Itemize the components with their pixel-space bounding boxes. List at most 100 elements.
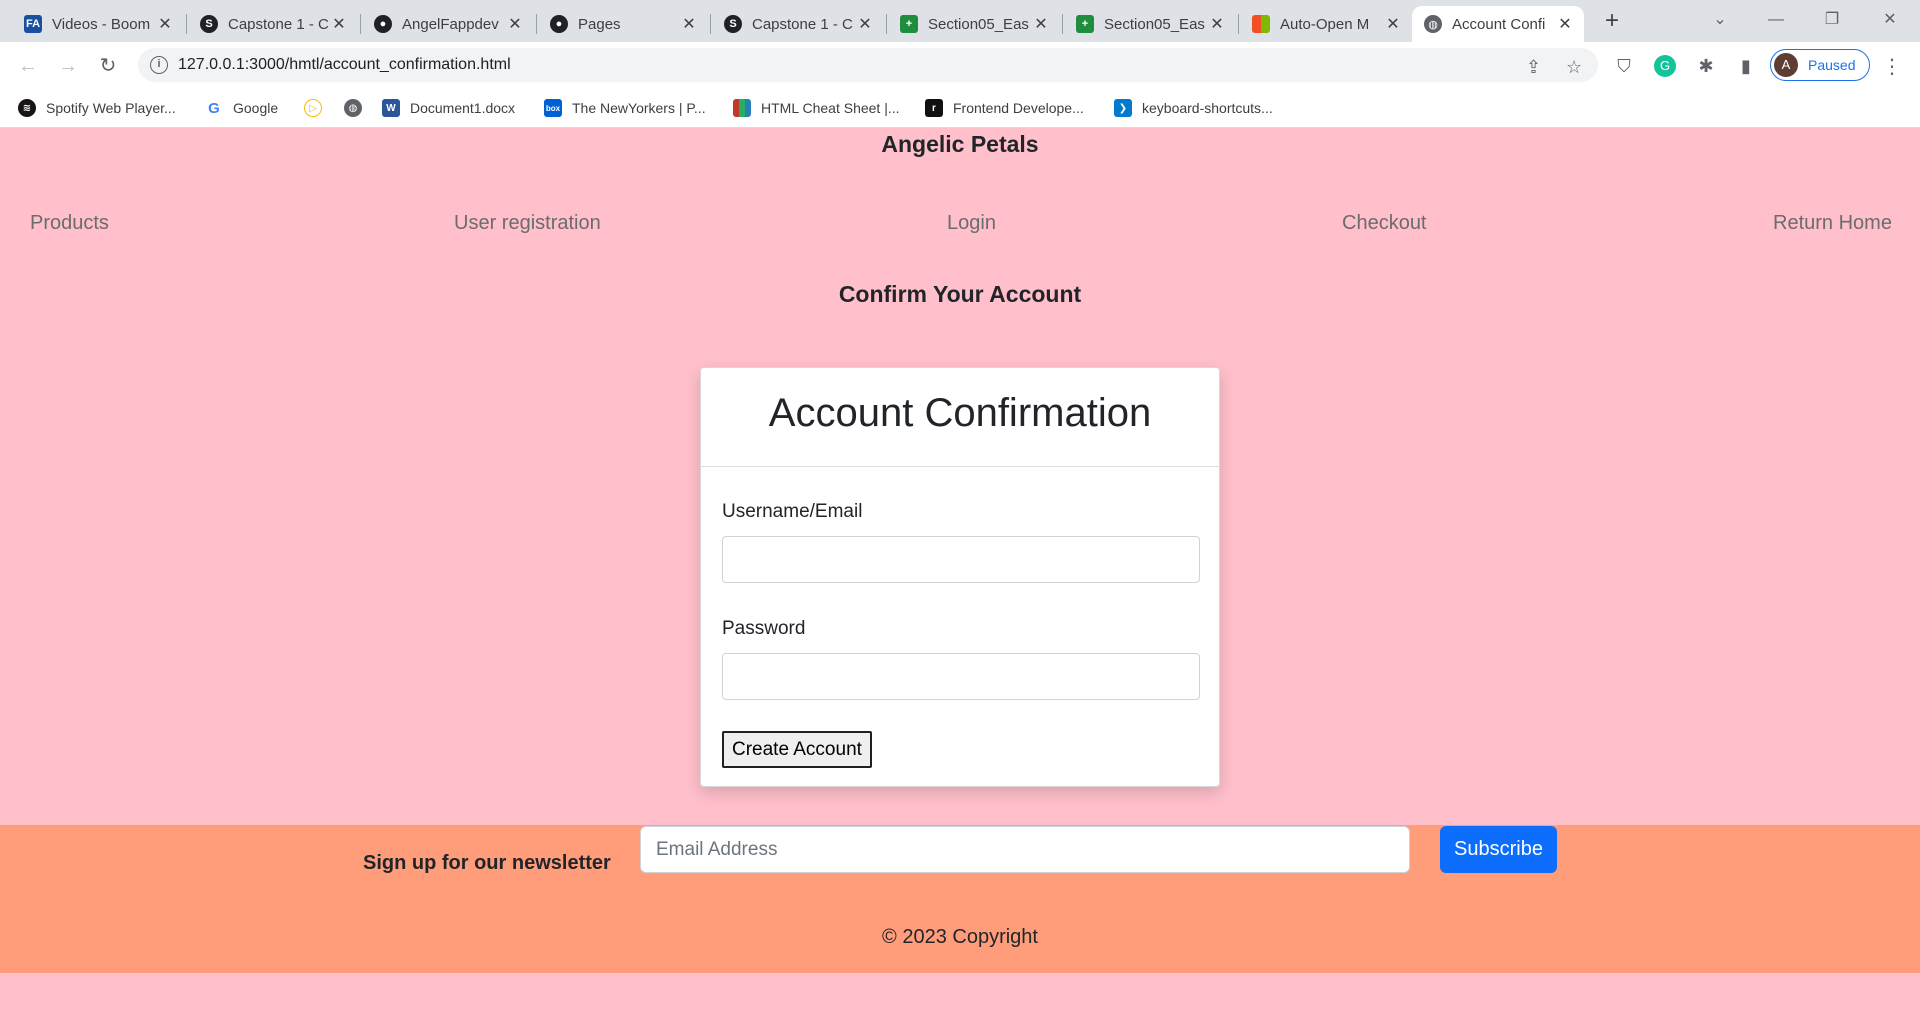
username-email-input[interactable] bbox=[722, 536, 1200, 583]
browser-tab[interactable]: + Section05_Eas ✕ bbox=[888, 6, 1060, 42]
nav-link-products[interactable]: Products bbox=[30, 212, 109, 235]
tab-strip: FA Videos - Boom ✕ S Capstone 1 - C ✕ ● … bbox=[0, 0, 1920, 42]
browser-tab[interactable]: ● AngelFappdev ✕ bbox=[362, 6, 534, 42]
reload-icon[interactable]: ↻ bbox=[94, 52, 122, 80]
bookmark-item[interactable]: HTML Cheat Sheet |... bbox=[733, 96, 900, 120]
close-icon[interactable]: ✕ bbox=[156, 14, 174, 34]
close-icon[interactable]: ✕ bbox=[330, 14, 348, 34]
browser-tab[interactable]: S Capstone 1 - C ✕ bbox=[712, 6, 884, 42]
extensions-puzzle-icon[interactable]: ✱ bbox=[1694, 54, 1718, 78]
browser-tab-active[interactable]: ◍ Account Confi ✕ bbox=[1412, 6, 1584, 42]
bookmark-item[interactable]: W Document1.docx bbox=[382, 96, 515, 120]
browser-toolbar: ← → ↻ i 127.0.0.1:3000/hmtl/account_conf… bbox=[0, 42, 1920, 88]
word-icon: W bbox=[382, 99, 400, 117]
frontend-icon: r bbox=[925, 99, 943, 117]
nav-link-login[interactable]: Login bbox=[947, 212, 996, 235]
bookmarks-bar: ≋ Spotify Web Player... G Google ▷ ◍ W D… bbox=[0, 88, 1920, 128]
google-icon: G bbox=[205, 99, 223, 117]
tab-title: Videos - Boom bbox=[52, 15, 151, 33]
close-icon[interactable]: ✕ bbox=[506, 14, 524, 34]
browser-tab[interactable]: Auto-Open M ✕ bbox=[1240, 6, 1412, 42]
profile-status: Paused bbox=[1808, 57, 1856, 73]
play-icon: ▷ bbox=[304, 99, 322, 117]
newsletter-email-input[interactable]: Email Address bbox=[640, 826, 1410, 873]
tab-search-icon[interactable]: ⌄ bbox=[1700, 6, 1740, 34]
spotify-icon: ≋ bbox=[18, 99, 36, 117]
avatar: A bbox=[1774, 53, 1798, 77]
capstone-icon: S bbox=[200, 15, 218, 33]
bookmark-label: The NewYorkers | P... bbox=[572, 100, 706, 116]
nav-link-return-home[interactable]: Return Home bbox=[1773, 212, 1892, 235]
url-text[interactable]: 127.0.0.1:3000/hmtl/account_confirmation… bbox=[178, 56, 511, 74]
bookmark-item[interactable]: ▷ bbox=[304, 96, 332, 120]
nav-link-checkout[interactable]: Checkout bbox=[1342, 212, 1427, 235]
globe-icon: ◍ bbox=[1424, 15, 1442, 33]
tab-divider bbox=[536, 14, 537, 34]
close-icon[interactable]: ✕ bbox=[1384, 14, 1402, 34]
share-icon[interactable]: ⇪ bbox=[1526, 57, 1541, 78]
bookmark-item[interactable]: ❯ keyboard-shortcuts... bbox=[1114, 96, 1273, 120]
github-icon: ● bbox=[374, 15, 392, 33]
sheets-icon: + bbox=[1076, 15, 1094, 33]
footer: Sign up for our newsletter Email Address… bbox=[0, 825, 1920, 973]
browser-tab[interactable]: ● Pages ✕ bbox=[538, 6, 708, 42]
shield-extension-icon[interactable]: ⛉ bbox=[1612, 54, 1636, 78]
grammarly-icon[interactable]: G bbox=[1654, 55, 1676, 77]
account-confirmation-card: Account Confirmation Username/Email Pass… bbox=[700, 367, 1220, 787]
microsoft-icon bbox=[1252, 15, 1270, 33]
browser-tab[interactable]: + Section05_Eas ✕ bbox=[1064, 6, 1236, 42]
new-tab-button[interactable]: + bbox=[1598, 8, 1626, 36]
close-icon[interactable]: ✕ bbox=[1208, 14, 1226, 34]
site-info-icon[interactable]: i bbox=[150, 56, 168, 74]
tab-divider bbox=[886, 14, 887, 34]
vscode-icon: ❯ bbox=[1114, 99, 1132, 117]
tab-title: Capstone 1 - C bbox=[228, 15, 329, 33]
close-icon[interactable]: ✕ bbox=[1032, 14, 1050, 34]
capstone-icon: S bbox=[724, 15, 742, 33]
tab-divider bbox=[1238, 14, 1239, 34]
create-account-button[interactable]: Create Account bbox=[722, 731, 872, 768]
tab-title: AngelFappdev bbox=[402, 15, 499, 33]
tab-title: Section05_Eas bbox=[1104, 15, 1205, 33]
password-input[interactable] bbox=[722, 653, 1200, 700]
close-icon[interactable]: ✕ bbox=[856, 14, 874, 34]
password-label: Password bbox=[722, 618, 806, 639]
nav-link-user-registration[interactable]: User registration bbox=[454, 212, 601, 235]
boom-icon: FA bbox=[24, 15, 42, 33]
close-icon[interactable]: ✕ bbox=[1556, 14, 1574, 34]
restore-icon[interactable]: ❐ bbox=[1812, 6, 1852, 34]
minimize-icon[interactable]: — bbox=[1756, 6, 1796, 34]
address-bar[interactable]: i 127.0.0.1:3000/hmtl/account_confirmati… bbox=[138, 48, 1598, 82]
browser-tab[interactable]: S Capstone 1 - C ✕ bbox=[188, 6, 358, 42]
window-close-icon[interactable]: ✕ bbox=[1870, 6, 1910, 34]
bookmark-label: HTML Cheat Sheet |... bbox=[761, 100, 900, 116]
tab-divider bbox=[1062, 14, 1063, 34]
tab-title: Capstone 1 - C bbox=[752, 15, 853, 33]
forward-arrow-icon[interactable]: → bbox=[54, 52, 82, 80]
username-label: Username/Email bbox=[722, 501, 863, 522]
side-panel-icon[interactable]: ▮ bbox=[1734, 54, 1758, 78]
tab-divider bbox=[710, 14, 711, 34]
close-icon[interactable]: ✕ bbox=[680, 14, 698, 34]
profile-button[interactable]: A Paused bbox=[1770, 49, 1870, 81]
bookmark-item[interactable]: ◍ bbox=[344, 96, 372, 120]
subscribe-button[interactable]: Subscribe bbox=[1440, 826, 1557, 873]
bookmark-item[interactable]: r Frontend Develope... bbox=[925, 96, 1084, 120]
browser-tab[interactable]: FA Videos - Boom ✕ bbox=[12, 6, 184, 42]
bookmark-item[interactable]: ≋ Spotify Web Player... bbox=[18, 96, 176, 120]
copyright-text: © 2023 Copyright bbox=[882, 926, 1038, 948]
bookmark-item[interactable]: box The NewYorkers | P... bbox=[544, 96, 706, 120]
bookmark-label: Frontend Develope... bbox=[953, 100, 1084, 116]
bookmark-item[interactable]: G Google bbox=[205, 96, 278, 120]
bookmark-label: keyboard-shortcuts... bbox=[1142, 100, 1273, 116]
browser-menu-icon[interactable]: ⋮ bbox=[1882, 54, 1902, 79]
bookmark-label: Google bbox=[233, 100, 279, 116]
tab-divider bbox=[360, 14, 361, 34]
bookmark-star-icon[interactable]: ☆ bbox=[1566, 57, 1582, 78]
newsletter-label: Sign up for our newsletter bbox=[363, 852, 611, 874]
back-arrow-icon[interactable]: ← bbox=[14, 52, 42, 80]
tab-title: Account Confi bbox=[1452, 15, 1546, 33]
site-title: Angelic Petals bbox=[881, 131, 1039, 157]
sheets-icon: + bbox=[900, 15, 918, 33]
tab-title: Auto-Open M bbox=[1280, 15, 1370, 33]
